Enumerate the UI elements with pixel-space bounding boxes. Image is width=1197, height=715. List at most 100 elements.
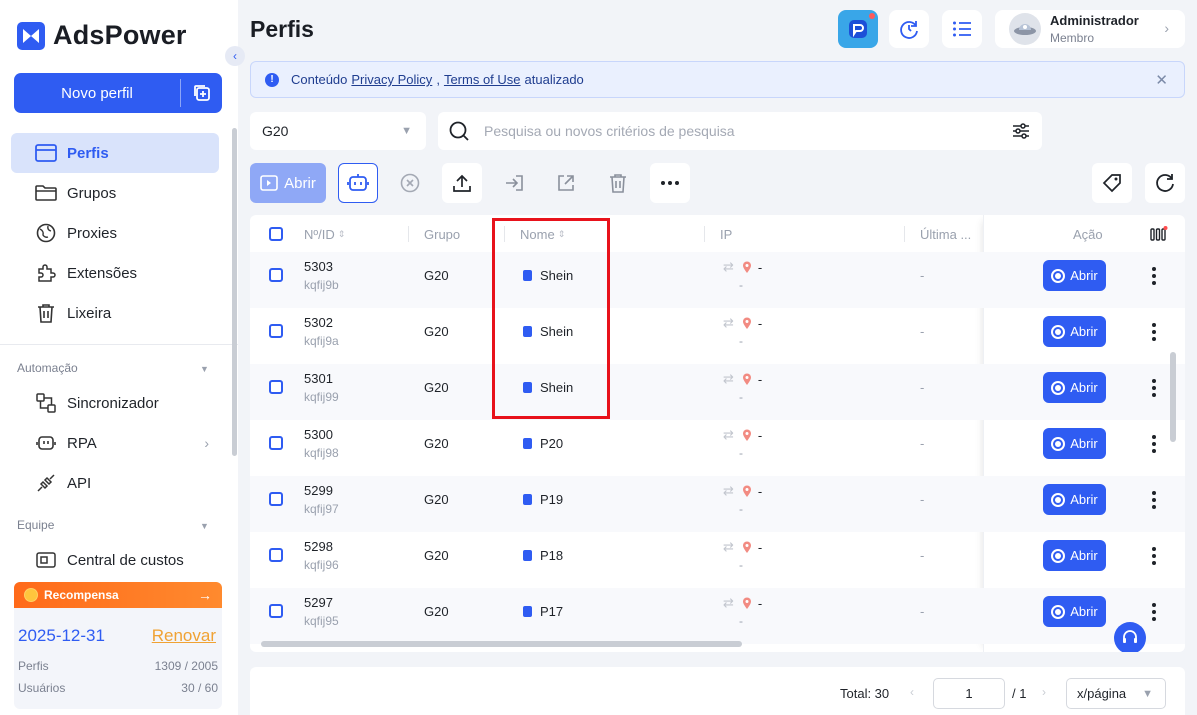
profile-ip: ⇄ -	[723, 371, 762, 387]
table-row[interactable]: 5297 kqfij95 G20 P17 ⇄ - - - Abrir	[250, 588, 1185, 644]
open-profile-button[interactable]: Abrir	[1043, 596, 1106, 627]
profile-name-text: P18	[540, 548, 564, 563]
puzzle-icon	[35, 262, 57, 284]
table-row[interactable]: 5299 kqfij97 G20 P19 ⇄ - - - Abrir	[250, 476, 1185, 532]
column-settings-icon[interactable]	[1150, 226, 1168, 242]
delete-button[interactable]	[598, 163, 638, 203]
more-actions-button[interactable]	[650, 163, 690, 203]
refresh-button[interactable]	[1145, 163, 1185, 203]
sidebar-item-groups[interactable]: Grupos	[11, 173, 219, 213]
user-menu[interactable]: Administrador Membro ›	[995, 10, 1185, 48]
sidebar-item-extensions[interactable]: Extensões	[11, 253, 219, 293]
sidebar-item-rpa[interactable]: RPA ›	[11, 423, 219, 463]
move-group-button[interactable]	[494, 163, 534, 203]
profile-name-text: P20	[540, 436, 564, 451]
close-browsers-button[interactable]	[390, 163, 430, 203]
chevron-right-icon: ›	[204, 435, 209, 451]
sidebar-item-api[interactable]: API	[11, 463, 219, 503]
column-header-id[interactable]: Nº/ID ⇕	[304, 215, 345, 253]
collapse-automation-icon[interactable]: ▼	[200, 364, 209, 374]
select-all-checkbox[interactable]	[269, 227, 283, 241]
collapse-sidebar-button[interactable]: ‹	[225, 46, 245, 66]
sidebar-item-label: Sincronizador	[67, 394, 159, 412]
tasks-button[interactable]	[942, 10, 982, 48]
section-title-automation: Automação	[17, 361, 78, 375]
close-icon[interactable]: ✕	[1155, 71, 1168, 89]
sidebar-item-proxies[interactable]: Proxies	[11, 213, 219, 253]
renew-link[interactable]: Renovar	[152, 626, 216, 646]
brand-logo[interactable]: AdsPower	[17, 20, 187, 51]
open-profile-button[interactable]: Abrir	[1043, 428, 1106, 459]
column-separator	[904, 226, 905, 242]
advanced-filter-icon[interactable]	[1012, 123, 1030, 139]
support-chat-button[interactable]	[1114, 622, 1146, 652]
reward-banner[interactable]: Recompensa →	[14, 582, 222, 608]
row-more-button[interactable]	[1150, 603, 1158, 621]
coin-icon	[24, 588, 38, 602]
swap-icon: ⇄	[723, 259, 734, 274]
row-more-button[interactable]	[1150, 323, 1158, 341]
privacy-policy-link[interactable]: Privacy Policy	[351, 72, 432, 87]
sidebar-item-trash[interactable]: Lixeira	[11, 293, 219, 333]
update-button[interactable]	[889, 10, 929, 48]
profile-ip-sub: -	[739, 334, 743, 348]
table-row[interactable]: 5300 kqfij98 G20 P20 ⇄ - - - Abrir	[250, 420, 1185, 476]
row-more-button[interactable]	[1150, 267, 1158, 285]
upload-button[interactable]	[442, 163, 482, 203]
table-row[interactable]: 5298 kqfij96 G20 P18 ⇄ - - - Abrir	[250, 532, 1185, 588]
row-checkbox[interactable]	[269, 548, 283, 562]
profile-name-text: P17	[540, 604, 564, 619]
prev-page-icon[interactable]: ‹	[910, 685, 914, 699]
tags-button[interactable]	[1092, 163, 1132, 203]
table-vertical-scrollbar[interactable]	[1170, 352, 1176, 442]
share-button[interactable]	[546, 163, 586, 203]
table-row[interactable]: 5301 kqfij99 G20 Shein ⇄ - - - Abrir	[250, 364, 1185, 420]
row-checkbox[interactable]	[269, 324, 283, 338]
profile-ip-sub: -	[739, 446, 743, 460]
table-row[interactable]: 5303 kqfij9b G20 Shein ⇄ - - - Abrir	[250, 252, 1185, 308]
open-selected-label: Abrir	[284, 174, 316, 192]
new-profile-button[interactable]: Novo perfil	[14, 73, 222, 113]
add-batch-icon[interactable]	[181, 73, 222, 113]
row-checkbox[interactable]	[269, 604, 283, 618]
open-profile-button[interactable]: Abrir	[1043, 540, 1106, 571]
open-selected-button[interactable]: Abrir	[250, 163, 326, 203]
rpa-button[interactable]	[338, 163, 378, 203]
sidebar-item-cost-center[interactable]: Central de custos	[11, 540, 219, 580]
row-checkbox[interactable]	[269, 380, 283, 394]
collapse-team-icon[interactable]: ▼	[200, 521, 209, 531]
row-more-button[interactable]	[1150, 435, 1158, 453]
swap-icon: ⇄	[723, 483, 734, 498]
profile-id: kqfij97	[304, 502, 339, 516]
terms-of-use-link[interactable]: Terms of Use	[444, 72, 521, 87]
reward-card: Recompensa → 2025-12-31 Renovar Perfis 1…	[14, 582, 222, 709]
swap-icon: ⇄	[723, 371, 734, 386]
row-more-button[interactable]	[1150, 491, 1158, 509]
next-page-icon[interactable]: ›	[1042, 685, 1046, 699]
row-checkbox[interactable]	[269, 492, 283, 506]
row-more-button[interactable]	[1150, 547, 1158, 565]
profile-last-open: -	[920, 436, 925, 451]
group-select[interactable]: G20 ▼	[250, 112, 426, 150]
sidebar-item-profiles[interactable]: Perfis	[11, 133, 219, 173]
open-profile-button[interactable]: Abrir	[1043, 260, 1106, 291]
row-more-button[interactable]	[1150, 379, 1158, 397]
cost-icon	[35, 549, 57, 571]
sidebar-scrollbar[interactable]	[232, 128, 237, 456]
plan-expiry-date: 2025-12-31	[18, 626, 105, 645]
page-size-select[interactable]: x/página ▼	[1066, 678, 1166, 709]
table-horizontal-scrollbar[interactable]	[261, 641, 742, 647]
search-input[interactable]	[484, 123, 1012, 139]
row-checkbox[interactable]	[269, 268, 283, 282]
table-row[interactable]: 5302 kqfij9a G20 Shein ⇄ - - - Abrir	[250, 308, 1185, 364]
row-checkbox[interactable]	[269, 436, 283, 450]
profiles-icon	[35, 142, 57, 164]
notice-separator: ,	[436, 72, 440, 87]
app-launcher-button[interactable]	[838, 10, 878, 48]
column-header-label: Ação	[1073, 226, 1103, 242]
page-input[interactable]: 1	[933, 678, 1005, 709]
open-profile-button[interactable]: Abrir	[1043, 316, 1106, 347]
sidebar-item-synchronizer[interactable]: Sincronizador	[11, 383, 219, 423]
open-profile-button[interactable]: Abrir	[1043, 372, 1106, 403]
open-profile-button[interactable]: Abrir	[1043, 484, 1106, 515]
